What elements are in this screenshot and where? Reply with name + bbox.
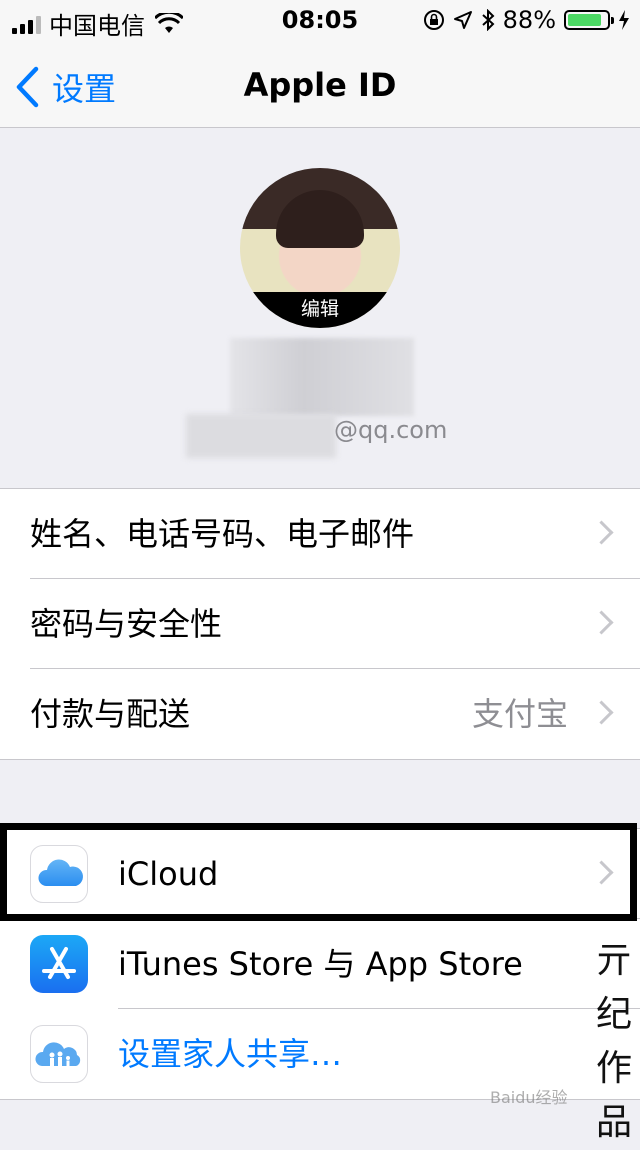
watermark-char: 纪 [596,994,633,1035]
location-icon [453,11,472,29]
baidu-logo: Baidu经验 [490,1088,568,1107]
battery-percent: 88% [502,6,556,34]
row-label: 设置家人共享… [118,1035,343,1073]
page-title: Apple ID [243,66,397,104]
chevron-right-icon [589,700,614,725]
status-bar: 中国电信 08:05 88% [0,0,640,40]
app-store-icon [30,935,88,993]
icloud-icon [30,845,88,903]
avatar-hair [276,190,364,248]
chevron-right-icon [589,610,614,635]
row-label: iCloud [118,855,219,893]
row-password-security[interactable]: 密码与安全性 [0,579,640,669]
avatar[interactable]: 编辑 [240,168,400,328]
watermark-char: 品 [596,1102,633,1143]
charging-icon [619,10,629,30]
watermark: 亓 纪 作 品 [596,934,632,1150]
row-payment-shipping[interactable]: 付款与配送 支付宝 [0,669,640,759]
watermark-char: 亓 [596,940,633,981]
row-name-phone-email[interactable]: 姓名、电话号码、电子邮件 [0,489,640,579]
row-label: iTunes Store 与 App Store [118,945,523,983]
blurred-name [230,338,414,416]
row-itunes-app-store[interactable]: iTunes Store 与 App Store [0,919,640,1009]
orientation-lock-icon [423,10,444,30]
services-group: iCloud iTunes Store 与 App Store 设置家人共享… [0,828,640,1100]
status-right: 88% [423,6,630,34]
bluetooth-icon [481,9,495,31]
watermark-char: 作 [596,1048,633,1089]
row-label: 付款与配送 [30,695,191,733]
account-email: @qq.com [334,416,448,444]
row-label: 密码与安全性 [30,605,223,643]
avatar-edit-label[interactable]: 编辑 [240,292,400,328]
account-settings-group: 姓名、电话号码、电子邮件 密码与安全性 付款与配送 支付宝 [0,488,640,760]
row-label: 姓名、电话号码、电子邮件 [30,515,415,553]
blurred-email [186,414,336,458]
row-detail: 支付宝 [471,695,568,733]
chevron-right-icon [589,520,614,545]
battery-icon [564,10,614,30]
navigation-bar: 设置 Apple ID [0,40,640,128]
row-icloud[interactable]: iCloud [0,829,640,919]
chevron-right-icon [589,860,614,885]
family-sharing-icon [30,1025,88,1083]
